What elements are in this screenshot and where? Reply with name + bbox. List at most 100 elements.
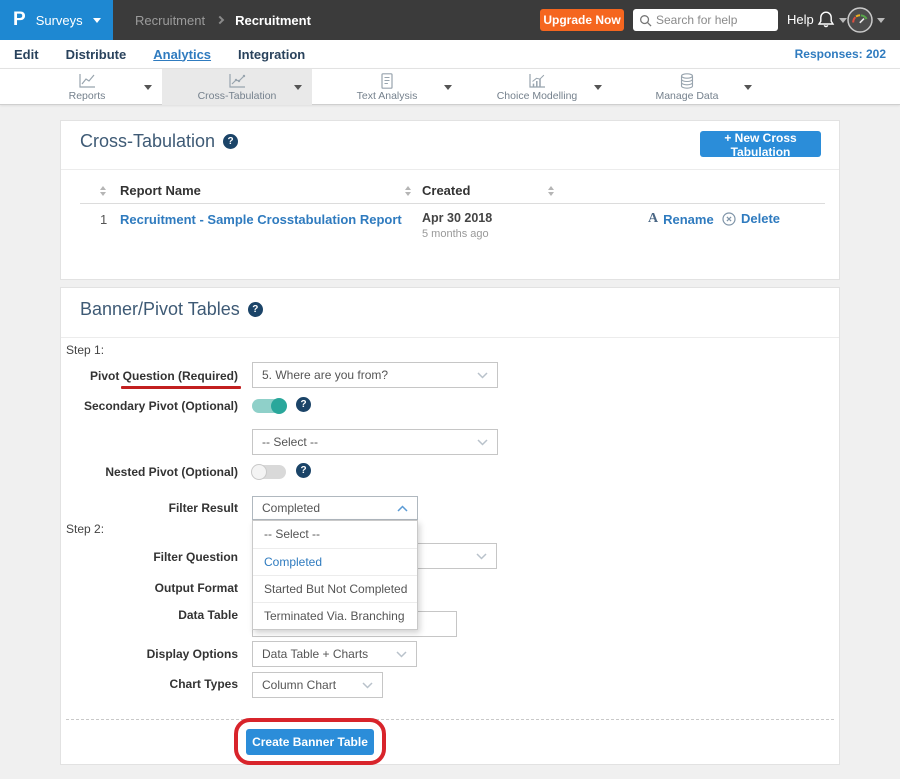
chevron-down-icon	[476, 553, 487, 560]
surveys-menu-label: Surveys	[36, 13, 83, 28]
delete-label: Delete	[741, 211, 780, 226]
tab-reports[interactable]: Reports	[12, 69, 162, 105]
tab-cross-tabulation[interactable]: Cross-Tabulation	[162, 69, 312, 105]
nav-item-analytics[interactable]: Analytics	[153, 47, 211, 62]
top-bar: P Surveys Recruitment Recruitment Upgrad…	[0, 0, 900, 40]
dropdown-option[interactable]: Started But Not Completed	[253, 575, 417, 602]
secondary-pivot-label: Secondary Pivot (Optional)	[60, 399, 238, 413]
step-1-label: Step 1:	[66, 343, 104, 357]
pivot-question-value: 5. Where are you from?	[262, 368, 388, 382]
help-link[interactable]: Help	[787, 0, 814, 40]
dropdown-option[interactable]: Terminated Via. Branching	[253, 602, 417, 629]
help-icon[interactable]: ?	[296, 463, 311, 478]
filter-result-dropdown: -- Select -- Completed Started But Not C…	[252, 520, 418, 630]
created-ago: 5 months ago	[422, 228, 489, 240]
help-icon[interactable]: ?	[223, 134, 238, 149]
breadcrumb-current: Recruitment	[235, 13, 311, 28]
tab-label: Choice Modelling	[462, 90, 612, 102]
display-options-select[interactable]: Data Table + Charts	[252, 641, 417, 667]
nav-item-integration[interactable]: Integration	[238, 47, 305, 62]
chevron-down-icon[interactable]	[444, 85, 452, 90]
tab-choice-modelling[interactable]: Choice Modelling	[462, 69, 612, 105]
notifications-bell-icon[interactable]	[816, 10, 836, 30]
nested-pivot-label: Nested Pivot (Optional)	[60, 465, 238, 479]
chevron-down-icon	[396, 651, 407, 658]
help-icon[interactable]: ?	[296, 397, 311, 412]
search-icon	[639, 14, 652, 27]
chevron-down-icon[interactable]	[594, 85, 602, 90]
filter-result-label: Filter Result	[60, 501, 238, 515]
rename-button[interactable]: A Rename	[648, 211, 714, 227]
create-banner-table-button[interactable]: Create Banner Table	[246, 729, 374, 755]
dropdown-option-selected[interactable]: Completed	[253, 548, 417, 575]
chevron-up-icon	[397, 505, 408, 512]
chevron-right-icon	[216, 16, 224, 24]
page: P Surveys Recruitment Recruitment Upgrad…	[0, 0, 900, 779]
database-icon	[612, 73, 762, 89]
search-input[interactable]	[656, 13, 768, 27]
questionpro-logo: P	[13, 9, 26, 31]
created-date: Apr 30 2018	[422, 211, 492, 225]
tab-label: Cross-Tabulation	[162, 90, 312, 102]
report-name-link[interactable]: Recruitment - Sample Crosstabulation Rep…	[120, 212, 402, 227]
sort-icon[interactable]	[100, 186, 106, 196]
chevron-down-icon[interactable]	[294, 85, 302, 90]
tab-label: Text Analysis	[312, 90, 462, 102]
tab-label: Manage Data	[612, 90, 762, 102]
display-options-value: Data Table + Charts	[262, 647, 368, 661]
account-avatar[interactable]	[847, 7, 873, 33]
help-search-box	[633, 9, 778, 31]
data-table-label: Data Table	[60, 608, 238, 622]
document-icon	[312, 73, 462, 89]
sort-icon[interactable]	[548, 186, 554, 196]
nav-item-distribute[interactable]: Distribute	[66, 47, 127, 62]
trend-chart-icon	[162, 73, 312, 89]
step-2-label: Step 2:	[66, 522, 104, 536]
secondary-pivot-value: -- Select --	[262, 435, 318, 449]
chevron-down-icon	[362, 682, 373, 689]
chevron-down-icon	[477, 372, 488, 379]
column-header-created[interactable]: Created	[422, 183, 470, 198]
dropdown-option[interactable]: -- Select --	[253, 521, 417, 548]
page-title: Cross-Tabulation	[80, 131, 215, 152]
chart-types-value: Column Chart	[262, 678, 336, 692]
rename-font-icon: A	[648, 211, 658, 227]
chevron-down-icon[interactable]	[839, 18, 847, 23]
divider	[61, 337, 839, 338]
chart-types-label: Chart Types	[60, 677, 238, 691]
filter-result-select[interactable]: Completed	[252, 496, 418, 520]
output-format-label: Output Format	[60, 581, 238, 595]
breadcrumb-parent[interactable]: Recruitment	[135, 13, 205, 28]
survey-nav: Edit Distribute Analytics Integration	[0, 40, 900, 68]
column-header-report-name[interactable]: Report Name	[120, 183, 201, 198]
nested-pivot-toggle[interactable]	[252, 465, 286, 479]
rename-label: Rename	[663, 212, 714, 227]
chevron-down-icon	[93, 18, 101, 23]
upgrade-now-button[interactable]: Upgrade Now	[540, 9, 624, 31]
sort-icon[interactable]	[405, 186, 411, 196]
tab-text-analysis[interactable]: Text Analysis	[312, 69, 462, 105]
secondary-pivot-toggle[interactable]	[252, 399, 286, 413]
new-cross-tabulation-button[interactable]: + New Cross Tabulation	[700, 131, 821, 157]
line-chart-icon	[12, 73, 162, 89]
dashed-divider	[66, 719, 834, 720]
chevron-down-icon[interactable]	[877, 18, 885, 23]
chevron-down-icon	[477, 439, 488, 446]
section-title: Banner/Pivot Tables	[80, 299, 240, 320]
help-icon[interactable]: ?	[248, 302, 263, 317]
secondary-pivot-select[interactable]: -- Select --	[252, 429, 498, 455]
display-options-label: Display Options	[60, 647, 238, 661]
chevron-down-icon[interactable]	[144, 85, 152, 90]
surveys-menu[interactable]: P Surveys	[0, 0, 113, 40]
tab-manage-data[interactable]: Manage Data	[612, 69, 762, 105]
chart-types-select[interactable]: Column Chart	[252, 672, 383, 698]
chevron-down-icon[interactable]	[744, 85, 752, 90]
banner-pivot-header: Banner/Pivot Tables ?	[80, 299, 263, 320]
pivot-question-label: Pivot Question (Required)	[60, 369, 238, 383]
nav-item-edit[interactable]: Edit	[14, 47, 39, 62]
toggle-knob	[251, 464, 267, 480]
delete-circle-x-icon	[722, 212, 736, 226]
delete-button[interactable]: Delete	[722, 211, 780, 226]
pivot-question-select[interactable]: 5. Where are you from?	[252, 362, 498, 388]
analytics-tab-strip: Reports Cross-Tabulation Text Analysis C…	[0, 68, 900, 105]
